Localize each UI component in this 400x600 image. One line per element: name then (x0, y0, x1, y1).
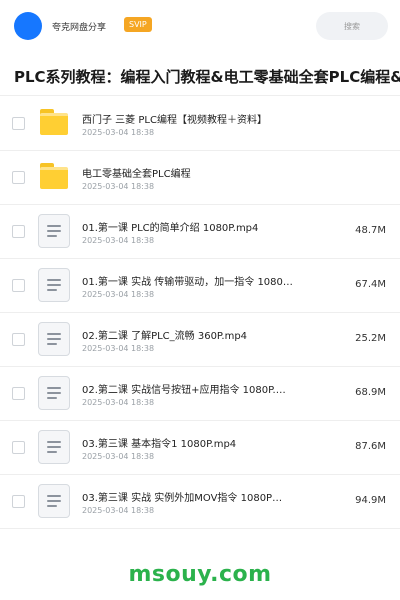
file-row[interactable]: 01.第一课 PLC的简单介绍 1080P.mp4 2025-03-04 18:3… (0, 205, 400, 259)
row-checkbox[interactable] (12, 117, 25, 130)
file-name: 02.第二课 实战信号按钮+应用指令 1080P.… (82, 385, 286, 396)
file-size: 48.7M (355, 225, 386, 236)
row-checkbox[interactable] (12, 333, 25, 346)
file-name: 03.第三课 基本指令1 1080P.mp4 (82, 439, 237, 450)
file-date: 2025-03-04 18:38 (82, 182, 155, 191)
sharer-name: 夸克网盘分享 (52, 23, 107, 33)
svip-badge: SVIP (124, 17, 152, 32)
file-size: 25.2M (355, 333, 386, 344)
folder-icon (38, 160, 70, 194)
folder-icon (38, 106, 70, 140)
page-title: PLC系列教程：编程入门教程&电工零基础全套PLC编程&三 (14, 68, 400, 86)
search-button[interactable]: 搜索 (316, 12, 388, 40)
file-size: 68.9M (355, 387, 386, 398)
file-date: 2025-03-04 18:38 (82, 344, 155, 353)
search-label: 搜索 (344, 21, 360, 31)
file-list: 西门子 三菱 PLC编程【视频教程＋资料】 2025-03-04 18:38 电工零… (0, 97, 400, 529)
file-row[interactable]: 01.第一课 实战 传输带驱动，加一指令 1080… 2025-03-04 18:… (0, 259, 400, 313)
file-row[interactable]: 03.第三课 实战 实例外加MOV指令 1080P… 2025-03-04 18:… (0, 475, 400, 529)
row-checkbox[interactable] (12, 225, 25, 238)
document-icon (38, 214, 70, 248)
document-icon (38, 322, 70, 356)
file-row[interactable]: 02.第二课 实战信号按钮+应用指令 1080P.… 2025-03-04 18:… (0, 367, 400, 421)
title-bar: PLC系列教程：编程入门教程&电工零基础全套PLC编程&三 (0, 56, 400, 96)
row-checkbox[interactable] (12, 441, 25, 454)
avatar[interactable] (14, 12, 42, 40)
watermark-text: msouy.com (128, 562, 272, 587)
row-checkbox[interactable] (12, 387, 25, 400)
file-name: 西门子 三菱 PLC编程【视频教程＋资料】 (82, 115, 267, 126)
row-checkbox[interactable] (12, 279, 25, 292)
file-name: 01.第一课 PLC的简单介绍 1080P.mp4 (82, 223, 259, 234)
document-icon (38, 376, 70, 410)
file-date: 2025-03-04 18:38 (82, 506, 155, 515)
file-name: 02.第二课 了解PLC_流畅 360P.mp4 (82, 331, 248, 342)
file-name: 01.第一课 实战 传输带驱动，加一指令 1080… (82, 277, 293, 288)
file-row[interactable]: 02.第二课 了解PLC_流畅 360P.mp4 2025-03-04 18:38… (0, 313, 400, 367)
document-icon (38, 484, 70, 518)
file-row[interactable]: 电工零基础全套PLC编程 2025-03-04 18:38 (0, 151, 400, 205)
file-size: 94.9M (355, 495, 386, 506)
app-header: 夸克网盘分享 SVIP 搜索 (0, 0, 400, 52)
row-checkbox[interactable] (12, 495, 25, 508)
file-date: 2025-03-04 18:38 (82, 236, 155, 245)
file-date: 2025-03-04 18:38 (82, 290, 155, 299)
file-date: 2025-03-04 18:38 (82, 398, 155, 407)
file-size: 67.4M (355, 279, 386, 290)
file-date: 2025-03-04 18:38 (82, 452, 155, 461)
file-date: 2025-03-04 18:38 (82, 128, 155, 137)
document-icon (38, 268, 70, 302)
file-row[interactable]: 03.第三课 基本指令1 1080P.mp4 2025-03-04 18:38 87… (0, 421, 400, 475)
file-size: 87.6M (355, 441, 386, 452)
file-name: 电工零基础全套PLC编程 (82, 169, 191, 180)
document-icon (38, 430, 70, 464)
row-checkbox[interactable] (12, 171, 25, 184)
file-name: 03.第三课 实战 实例外加MOV指令 1080P… (82, 493, 283, 504)
file-row[interactable]: 西门子 三菱 PLC编程【视频教程＋资料】 2025-03-04 18:38 (0, 97, 400, 151)
